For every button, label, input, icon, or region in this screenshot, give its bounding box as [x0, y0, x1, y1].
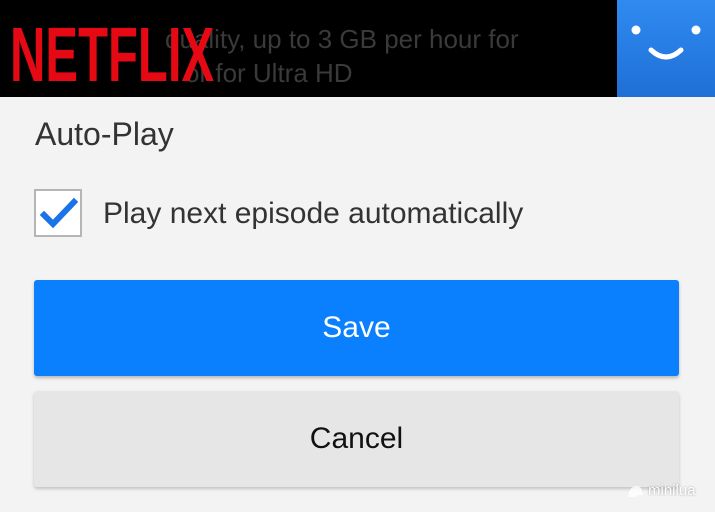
- watermark-text: minilua: [648, 482, 696, 499]
- checkmark-icon: [40, 197, 78, 229]
- profile-avatar[interactable]: [617, 0, 715, 97]
- cancel-button[interactable]: Cancel: [34, 391, 679, 487]
- netflix-logo: NETFLIX: [10, 11, 215, 97]
- background-text-line-1: quality, up to 3 GB per hour for: [165, 24, 519, 54]
- autoplay-checkbox[interactable]: [34, 189, 82, 237]
- watermark: minilua: [626, 482, 696, 499]
- autoplay-checkbox-label[interactable]: Play next episode automatically: [103, 197, 523, 231]
- autoplay-section-title: Auto-Play: [35, 116, 174, 152]
- app-header: quality, up to 3 GB per hour for or for …: [0, 0, 715, 97]
- save-button[interactable]: Save: [34, 280, 679, 376]
- smiley-face-icon: [631, 25, 701, 60]
- hedgehog-logo-icon: [628, 485, 643, 497]
